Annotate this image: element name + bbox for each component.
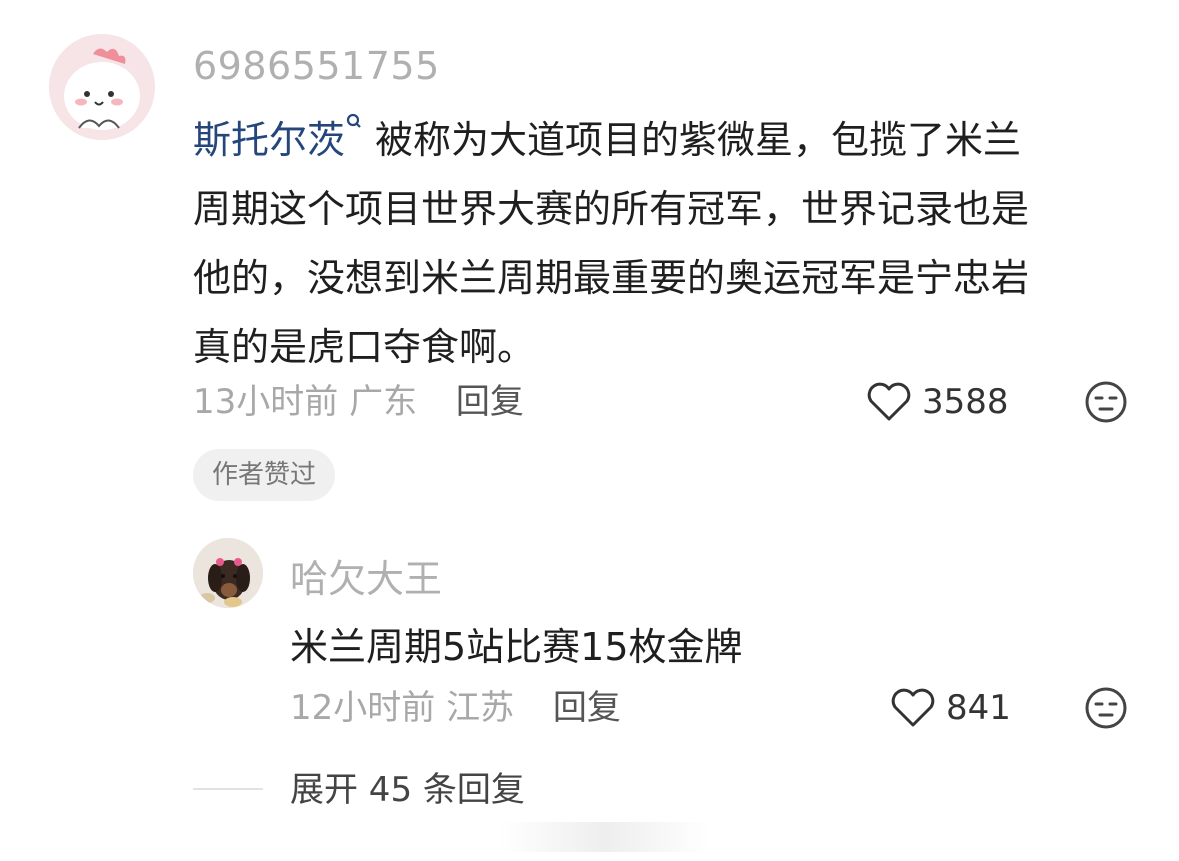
reply-reply-button[interactable]: 回复 [553,688,621,728]
like-button[interactable]: 3588 [866,380,1009,424]
reply-time: 12小时前 [290,688,436,728]
search-link[interactable]: 斯托尔茨 [193,113,375,162]
neutral-face-icon [1085,381,1127,423]
comment-line-1: 被称为大道项目的紫微星，包揽了米兰 [375,118,1022,162]
reply-emoji-reaction-button[interactable] [1084,686,1128,730]
loading-shimmer [500,822,710,852]
dog-avatar-icon [193,538,263,608]
comment-time: 13小时前 [193,382,339,422]
neutral-face-icon [1085,687,1127,729]
avatar[interactable] [49,34,155,140]
reply-like-count: 841 [946,688,1011,728]
reply-avatar[interactable] [193,538,263,608]
comment-username[interactable]: 6986551755 [193,44,440,88]
expand-replies-button[interactable]: 展开 45 条回复 [290,768,525,812]
comment-line-4: 真的是虎口夺食啊。 [193,325,536,369]
reply-location: 江苏 [446,688,515,728]
cute-character-avatar-icon [49,34,155,140]
comment-meta: 13小时前 广东 回复 [193,380,524,424]
emoji-reaction-button[interactable] [1084,380,1128,424]
like-count: 3588 [922,382,1009,422]
author-liked-badge: 作者赞过 [193,449,336,501]
reply-text: 米兰周期5站比赛15枚金牌 [290,625,743,669]
heart-outline-icon [867,382,911,421]
reply-meta: 12小时前 江苏 回复 [290,686,621,730]
reply-username[interactable]: 哈欠大王 [290,548,442,603]
reply-button[interactable]: 回复 [456,382,524,422]
comment-location: 广东 [349,382,418,422]
heart-outline-icon [891,688,935,727]
search-icon [346,113,361,128]
comment-line-2: 周期这个项目世界大赛的所有冠军，世界记录也是 [193,187,1030,231]
reply-like-button[interactable]: 841 [890,686,1011,730]
search-link-text[interactable]: 斯托尔茨 [193,118,345,162]
comment-line-3: 他的，没想到米兰周期最重要的奥运冠军是宁忠岩 [193,256,1030,300]
expand-divider [193,788,263,790]
comment-text: 斯托尔茨 被称为大道项目的紫微星，包揽了米兰 周期这个项目世界大赛的所有冠军，世界… [193,106,1123,382]
